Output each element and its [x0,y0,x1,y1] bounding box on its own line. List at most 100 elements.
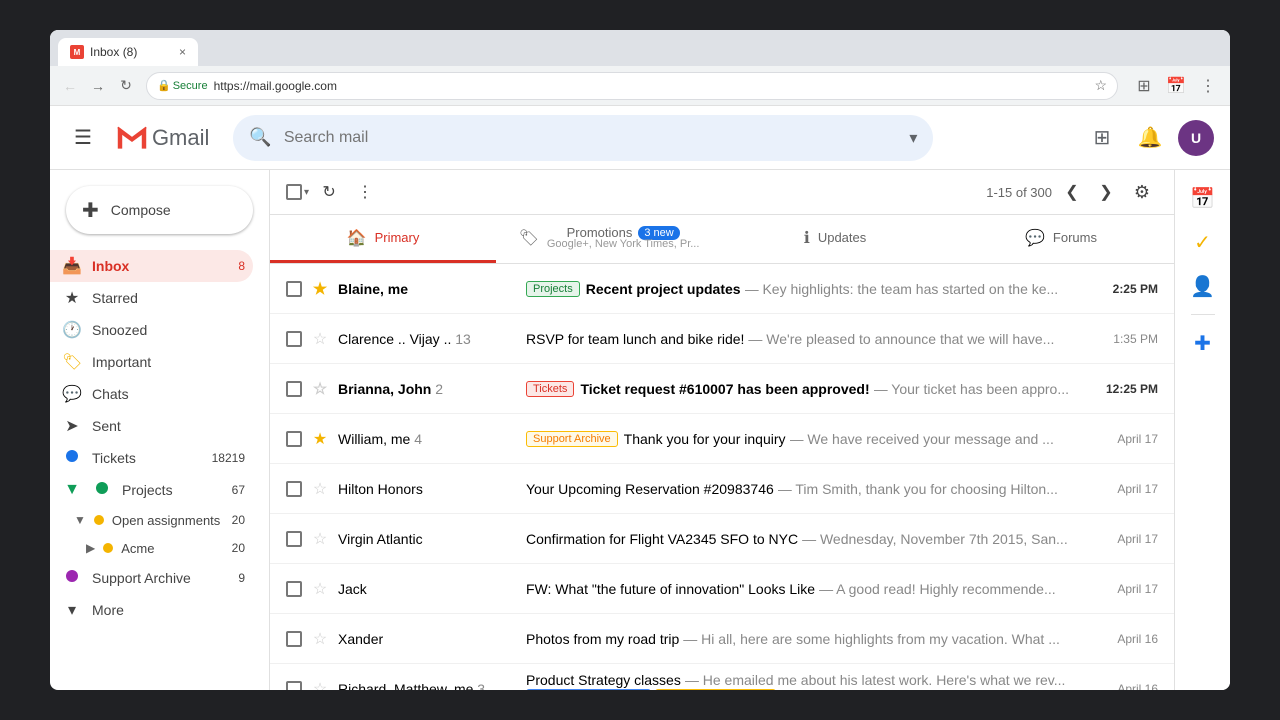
right-panel-divider [1191,314,1215,315]
acme-dot [103,543,113,553]
browser-menu-icon[interactable]: ⋮ [1194,72,1222,100]
email-row[interactable]: ☆ Xander Photos from my road trip — Hi a… [270,614,1174,664]
tab-title: Inbox (8) [90,45,173,59]
browser-tab[interactable]: M Inbox (8) × [58,38,198,66]
promotions-tab-icon: 🏷 [519,228,539,248]
right-panel: 📅 ✓ 👤 ✚ [1174,170,1230,690]
star-button[interactable]: ☆ [310,579,330,599]
email-subject: Your Upcoming Reservation #20983746 [526,481,774,497]
settings-button[interactable]: ⚙ [1126,176,1158,208]
sidebar-item-inbox[interactable]: 📥 Inbox 8 [50,250,253,282]
row-checkbox[interactable] [286,581,302,597]
sidebar-item-tickets[interactable]: Tickets 18219 [50,442,253,474]
back-button[interactable]: ← [58,74,82,98]
email-sender: Xander [338,631,518,647]
star-button[interactable]: ★ [310,429,330,449]
email-row[interactable]: ☆ Clarence .. Vijay .. 13 RSVP for team … [270,314,1174,364]
right-panel-contacts-icon[interactable]: 👤 [1183,266,1223,306]
tab-favicon: M [70,45,84,59]
row-checkbox[interactable] [286,431,302,447]
pagination-info: 1-15 of 300 [986,185,1052,200]
right-panel-tasks-icon[interactable]: ✓ [1183,222,1223,262]
tab-close-button[interactable]: × [179,45,186,59]
star-button[interactable]: ★ [310,279,330,299]
email-sender: Virgin Atlantic [338,531,518,547]
email-row[interactable]: ★ William, me 4 Support Archive Thank yo… [270,414,1174,464]
row-checkbox[interactable] [286,531,302,547]
row-checkbox[interactable] [286,331,302,347]
email-row[interactable]: ☆ Virgin Atlantic Confirmation for Fligh… [270,514,1174,564]
star-button[interactable]: ☆ [310,679,330,691]
right-panel-calendar-icon[interactable]: 📅 [1183,178,1223,218]
compose-button[interactable]: ✚ Compose [66,186,253,234]
sidebar-item-chats[interactable]: 💬 Chats [50,378,253,410]
email-time: April 17 [1108,582,1158,596]
apps-grid-icon[interactable]: ⊞ [1082,118,1122,158]
hamburger-menu[interactable]: ☰ [66,117,100,158]
sent-icon: ➤ [62,416,82,436]
email-row[interactable]: ☆ Brianna, John 2 Tickets Ticket request… [270,364,1174,414]
sidebar-item-support-archive[interactable]: Support Archive 9 [50,562,253,594]
row-checkbox[interactable] [286,381,302,397]
more-expand-icon: ▾ [62,600,82,620]
extensions-icon[interactable]: ⊞ [1130,72,1158,100]
tab-updates[interactable]: ℹ Updates [722,215,948,263]
email-label-tag: Tickets [526,381,574,397]
sidebar-item-label: Tickets [92,450,202,466]
notifications-icon[interactable]: 🔔 [1130,118,1170,158]
row-checkbox[interactable] [286,681,302,691]
right-panel-add-icon[interactable]: ✚ [1183,323,1223,363]
email-row[interactable]: ☆ Hilton Honors Your Upcoming Reservatio… [270,464,1174,514]
email-label-tag: Projects [526,281,580,297]
prev-page-button[interactable]: ❮ [1056,176,1088,208]
star-button[interactable]: ☆ [310,379,330,399]
row-checkbox[interactable] [286,281,302,297]
tab-forums[interactable]: 💬 Forums [948,215,1174,263]
open-assignments-badge: 20 [232,513,245,527]
tab-bar: M Inbox (8) × [50,30,1230,66]
email-row[interactable]: ☆ Jack FW: What "the future of innovatio… [270,564,1174,614]
sidebar-item-important[interactable]: 🏷 Important [50,346,253,378]
row-checkbox[interactable] [286,481,302,497]
refresh-button[interactable]: ↻ [114,74,138,98]
select-all-checkbox[interactable]: ▾ [286,184,309,200]
email-row[interactable]: ★ Blaine, me Projects Recent project upd… [270,264,1174,314]
forums-tab-icon: 💬 [1025,228,1045,248]
star-button[interactable]: ☆ [310,329,330,349]
forward-button[interactable]: → [86,74,110,98]
open-assignments-expand-icon: ▼ [74,513,86,527]
search-bar[interactable]: 🔍 ▾ [233,115,933,161]
star-button[interactable]: ☆ [310,629,330,649]
sidebar-item-snoozed[interactable]: 🕐 Snoozed [50,314,253,346]
email-content: Product Strategy classes — He emailed me… [526,672,1100,691]
row-checkbox[interactable] [286,631,302,647]
avatar[interactable]: U [1178,120,1214,156]
toolbar-left: ▾ ↻ ⋮ [286,176,381,208]
email-row[interactable]: ☆ Richard, Matthew, me 3 Product Strateg… [270,664,1174,690]
email-time: April 17 [1108,532,1158,546]
sidebar-item-projects[interactable]: ▼ Projects 67 [50,474,253,506]
more-options-button[interactable]: ⋮ [349,176,381,208]
sidebar-item-label: Inbox [92,258,228,274]
email-snippet: — Wednesday, November 7th 2015, San... [802,531,1068,547]
email-snippet: — We have received your message and ... [790,431,1054,447]
email-sender: Blaine, me [338,281,518,297]
sidebar-item-more[interactable]: ▾ More [50,594,253,626]
star-button[interactable]: ☆ [310,529,330,549]
refresh-emails-button[interactable]: ↻ [313,176,345,208]
sidebar-item-acme[interactable]: ▶ Acme 20 [50,534,253,562]
sidebar-item-open-assignments[interactable]: ▼ Open assignments 20 [50,506,253,534]
select-checkbox[interactable] [286,184,302,200]
calendar-ext-icon[interactable]: 📅 [1162,72,1190,100]
url-bar[interactable]: 🔒 Secure https://mail.google.com ☆ [146,72,1118,100]
select-dropdown-icon[interactable]: ▾ [304,187,309,198]
search-input[interactable] [284,129,898,147]
bookmark-icon[interactable]: ☆ [1094,77,1107,94]
next-page-button[interactable]: ❯ [1090,176,1122,208]
search-dropdown-icon[interactable]: ▾ [909,128,917,148]
tab-promotions[interactable]: 🏷 Promotions 3 new Google+, New York Tim… [496,215,722,263]
star-button[interactable]: ☆ [310,479,330,499]
sidebar-item-starred[interactable]: ★ Starred [50,282,253,314]
tab-primary[interactable]: 🏠 Primary [270,215,496,263]
sidebar-item-sent[interactable]: ➤ Sent [50,410,253,442]
